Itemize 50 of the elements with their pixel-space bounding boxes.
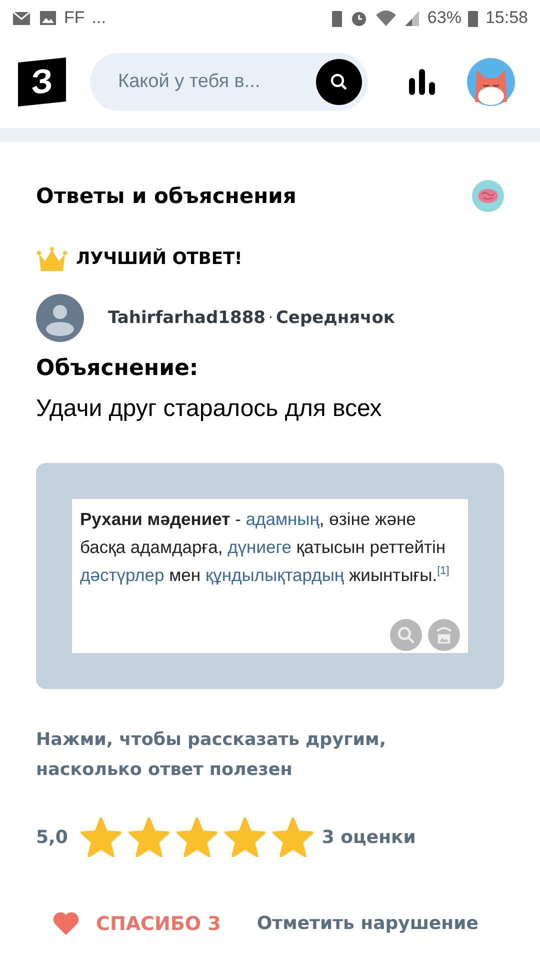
user-avatar-icon[interactable] bbox=[36, 294, 84, 342]
search-button[interactable] bbox=[316, 59, 362, 105]
star-icon[interactable] bbox=[128, 817, 170, 857]
answer-text: Удачи друг старалось для всех bbox=[36, 395, 383, 423]
bar-chart-icon[interactable] bbox=[408, 69, 436, 95]
thanks-button[interactable]: СПАСИБО 3 bbox=[52, 911, 221, 936]
footnote-link[interactable]: [1] bbox=[437, 565, 450, 578]
rating-prompt: Нажми, чтобы рассказать другим, насколько ответ полезен bbox=[36, 729, 387, 782]
rotate-image-button[interactable] bbox=[428, 619, 460, 651]
star-icon[interactable] bbox=[176, 817, 218, 857]
battery-percent: 63% bbox=[427, 8, 462, 28]
zoom-button[interactable] bbox=[390, 619, 422, 651]
image-icon bbox=[39, 10, 57, 26]
author-name[interactable]: Tahirfarhad1888 bbox=[108, 308, 266, 328]
report-button[interactable]: Отметить нарушение bbox=[256, 913, 478, 934]
article-link[interactable]: адамның bbox=[246, 509, 320, 529]
author-rank: Середнячок bbox=[276, 308, 395, 328]
app-logo[interactable]: З bbox=[18, 57, 66, 107]
star-icon[interactable] bbox=[80, 817, 122, 857]
article-paragraph: Рухани мәдениет - адамның, өзіне және басқа адамдарға, дүниеге қатысын реттейтін дәстүрлер мен құндылықтардың жиынтығы.$^{[1]}$ bbox=[80, 508, 450, 587]
search-icon bbox=[396, 625, 416, 645]
clock-time: 15:58 bbox=[485, 8, 528, 28]
signal-icon bbox=[404, 9, 420, 27]
battery-saver-icon bbox=[331, 9, 344, 27]
status-text: FF bbox=[64, 8, 85, 28]
wifi-icon bbox=[375, 9, 398, 27]
rotate-image-icon bbox=[434, 625, 454, 645]
article-link[interactable]: дәстүрлер bbox=[80, 565, 164, 585]
separator-dot: · bbox=[268, 310, 273, 326]
mail-icon bbox=[12, 10, 32, 26]
star-icon[interactable] bbox=[224, 817, 266, 857]
search-input[interactable]: Какой у тебя в... bbox=[116, 70, 316, 94]
crown-icon bbox=[36, 246, 68, 272]
cat-avatar-icon[interactable] bbox=[467, 58, 515, 106]
attachment-panel[interactable]: Рухани мәдениет - адамның, өзіне және басқа адамдарға, дүниеге қатысын реттейтін дәстүрлер мен құндылықтардың жиынтығы.$^{[1]}$ bbox=[36, 463, 504, 689]
status-text: ... bbox=[92, 8, 106, 28]
alarm-icon bbox=[350, 9, 368, 27]
star-icon[interactable] bbox=[272, 817, 314, 857]
rating-value: 5,0 bbox=[36, 826, 68, 848]
article-link[interactable]: құндылықтардың bbox=[205, 565, 344, 585]
article-link[interactable]: дүниеге bbox=[228, 537, 292, 557]
heart-icon bbox=[52, 911, 80, 936]
brain-icon bbox=[472, 180, 504, 212]
rating-count: 3 оценки bbox=[322, 826, 416, 848]
explanation-label: Объяснение: bbox=[36, 356, 200, 381]
battery-icon bbox=[468, 9, 478, 27]
search-field[interactable]: Какой у тебя в... bbox=[90, 53, 368, 111]
section-title: Ответы и объяснения bbox=[36, 184, 296, 208]
search-icon bbox=[330, 73, 348, 91]
best-answer-label: ЛУЧШИЙ ОТВЕТ! bbox=[76, 249, 242, 269]
